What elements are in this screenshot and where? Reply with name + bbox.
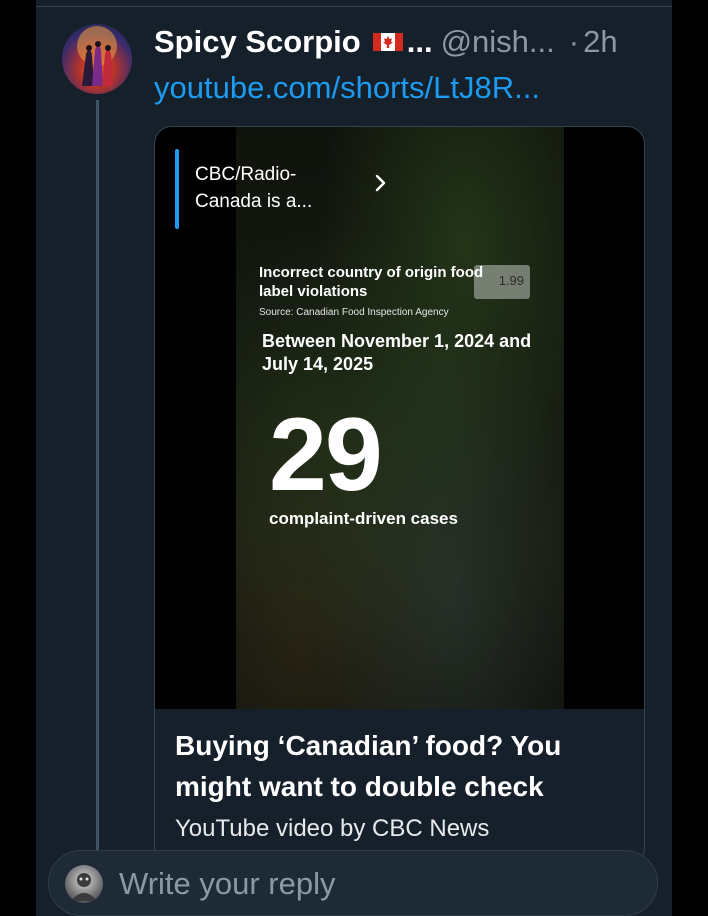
reply-input[interactable] — [119, 859, 639, 909]
avatar-artwork-icon — [77, 26, 117, 86]
card-title[interactable]: Buying ‘Canadian’ food? You might want t… — [175, 725, 635, 807]
author-display-name[interactable]: Spicy Scorpio — [154, 24, 361, 60]
overlay-source: Source: Canadian Food Inspection Agency — [259, 307, 449, 318]
canada-flag-icon — [372, 31, 403, 53]
overlay-dates: Between November 1, 2024 and July 14, 20… — [262, 331, 532, 374]
channel-name[interactable]: CBC/Radio-Canada is a... — [195, 161, 355, 215]
name-truncation: ... — [406, 24, 433, 59]
divider — [36, 6, 672, 7]
tweet-header: Spicy Scorpio ... @nish... · 2h — [154, 22, 654, 62]
thread-connector-line — [96, 100, 99, 860]
user-avatar-icon — [71, 873, 97, 901]
channel-accent-bar — [175, 149, 179, 229]
overlay-caption: complaint-driven cases — [269, 509, 458, 528]
video-thumbnail[interactable]: 1.99 CBC/Radio-Canada is a... Incorrect … — [155, 127, 644, 709]
author-handle[interactable]: @nish... — [441, 24, 555, 60]
chevron-right-icon[interactable] — [373, 173, 389, 193]
tweet-detail-view: Spicy Scorpio ... @nish... · 2h youtube.… — [36, 0, 672, 916]
reply-composer[interactable] — [48, 850, 658, 916]
meta-separator: · — [568, 24, 580, 59]
card-subtitle: YouTube video by CBC News — [175, 815, 490, 842]
overlay-heading: Incorrect country of origin food label v… — [259, 264, 484, 300]
author-avatar[interactable] — [62, 24, 132, 94]
tweet-link[interactable]: youtube.com/shorts/LtJ8R... — [154, 70, 540, 106]
overlay-number: 29 — [269, 397, 383, 513]
user-avatar — [65, 865, 103, 903]
tweet-timestamp[interactable]: 2h — [583, 24, 617, 60]
link-preview-card[interactable]: 1.99 CBC/Radio-Canada is a... Incorrect … — [154, 126, 645, 866]
